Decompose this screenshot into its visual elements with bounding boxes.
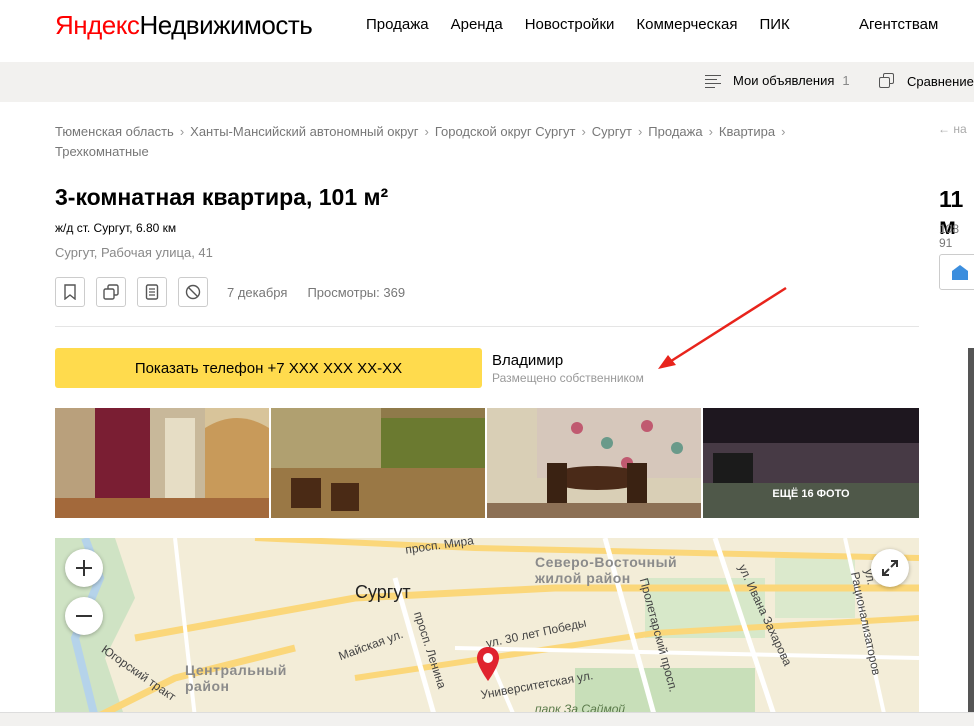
compare-label: Сравнение [907, 73, 974, 89]
minus-icon [76, 615, 92, 617]
location-map[interactable]: Сургут Северо-Восточный жилой район Цент… [55, 538, 919, 718]
breadcrumb-item[interactable]: Продажа [648, 124, 702, 139]
price-per-meter: 108 91 [939, 222, 960, 250]
nav-commercial[interactable]: Коммерческая [636, 16, 737, 33]
breadcrumb: Тюменская область › Ханты-Мансийский автон… [55, 122, 875, 162]
photo-thumbnail[interactable]: ЕЩЁ 16 ФОТО [703, 408, 919, 518]
address: Сургут, Рабочая улица, 41 [55, 245, 213, 260]
compare-link[interactable]: Сравнение [879, 73, 974, 89]
side-action-button[interactable] [939, 254, 974, 290]
main-nav: Продажа Аренда Новостройки Коммерческая … [366, 16, 812, 33]
photo-kitchen [703, 408, 919, 518]
favorite-button[interactable] [55, 277, 85, 307]
top-header: ЯндексНедвижимость Продажа Аренда Новост… [0, 0, 974, 62]
breadcrumb-item[interactable]: Квартира [719, 124, 775, 139]
nav-rent[interactable]: Аренда [451, 16, 503, 33]
listing-actions: 7 декабря Просмотры: 369 [55, 277, 405, 307]
fullscreen-button[interactable] [871, 549, 909, 587]
compare-icon [103, 284, 119, 300]
photo-room [271, 408, 485, 518]
notes-button[interactable] [137, 277, 167, 307]
nav-agencies[interactable]: Агентствам [859, 16, 938, 33]
breadcrumb-separator: › [637, 124, 643, 139]
breadcrumb-item[interactable]: Тюменская область [55, 124, 174, 139]
block-icon [185, 284, 201, 300]
breadcrumb-item[interactable]: Городской округ Сургут [435, 124, 576, 139]
logo-realty: Недвижимость [139, 10, 313, 40]
logo-yandex: Яндекс [55, 10, 140, 40]
nav-pik[interactable]: ПИК [759, 16, 789, 33]
my-ads-link[interactable]: Мои объявления 1 [705, 73, 850, 88]
breadcrumb-item[interactable]: Сургут [592, 124, 632, 139]
map-district-label: Северо-Восточный жилой район [535, 554, 678, 586]
home-icon [952, 265, 968, 280]
nav-sale[interactable]: Продажа [366, 16, 429, 33]
hide-button[interactable] [178, 277, 208, 307]
photo-gallery: ЕЩЁ 16 ФОТО [55, 408, 919, 518]
photo-thumbnail[interactable] [55, 408, 269, 518]
publish-date: 7 декабря [227, 284, 288, 300]
my-ads-label: Мои объявления [733, 73, 835, 88]
metro-distance: ж/д ст. Сургут, 6.80 км [55, 221, 177, 235]
breadcrumb-separator: › [424, 124, 429, 139]
back-link[interactable]: ← на [938, 122, 967, 136]
photo-hallway [55, 408, 269, 518]
map-district-label: Центральный район [185, 662, 287, 694]
expand-icon [882, 560, 898, 576]
breadcrumb-separator: › [781, 124, 786, 139]
breadcrumb-separator: › [708, 124, 713, 139]
breadcrumb-separator: › [179, 124, 185, 139]
breadcrumb-item[interactable]: Ханты-Мансийский автономный округ [190, 124, 418, 139]
plus-icon [76, 560, 92, 576]
yandex-realty-logo[interactable]: ЯндексНедвижимость [55, 10, 313, 41]
bottom-bar [0, 712, 974, 726]
nav-new-buildings[interactable]: Новостройки [525, 16, 615, 33]
views-count: Просмотры: 369 [307, 284, 406, 300]
compare-button[interactable] [96, 277, 126, 307]
document-icon [145, 284, 159, 300]
breadcrumb-item[interactable]: Трехкомнатные [55, 144, 149, 159]
seller-info: Владимир Размещено собственником [492, 352, 644, 385]
breadcrumb-separator: › [581, 124, 586, 139]
page-title: 3-комнатная квартира, 101 м² [55, 184, 389, 210]
location-pin-icon[interactable] [475, 646, 501, 682]
show-phone-button[interactable]: Показать телефон +7 XXX XXX XX-XX [55, 348, 482, 388]
photo-thumbnail[interactable] [487, 408, 701, 518]
list-icon [705, 74, 721, 88]
seller-name: Владимир [492, 352, 564, 369]
compare-icon [879, 73, 895, 89]
more-photos-label: ЕЩЁ 16 ФОТО [772, 488, 850, 500]
side-photo-strip [968, 348, 974, 718]
seller-role: Размещено собственником [492, 371, 644, 385]
user-bar: Мои объявления 1 Сравнение [0, 62, 974, 102]
photo-dining [487, 408, 701, 518]
bookmark-icon [64, 284, 76, 300]
annotation-arrow [658, 286, 787, 369]
my-ads-count: 1 [842, 73, 850, 88]
zoom-in-button[interactable] [65, 549, 103, 587]
photo-thumbnail[interactable] [271, 408, 485, 518]
map-city-label: Сургут [355, 582, 411, 602]
zoom-out-button[interactable] [65, 597, 103, 635]
